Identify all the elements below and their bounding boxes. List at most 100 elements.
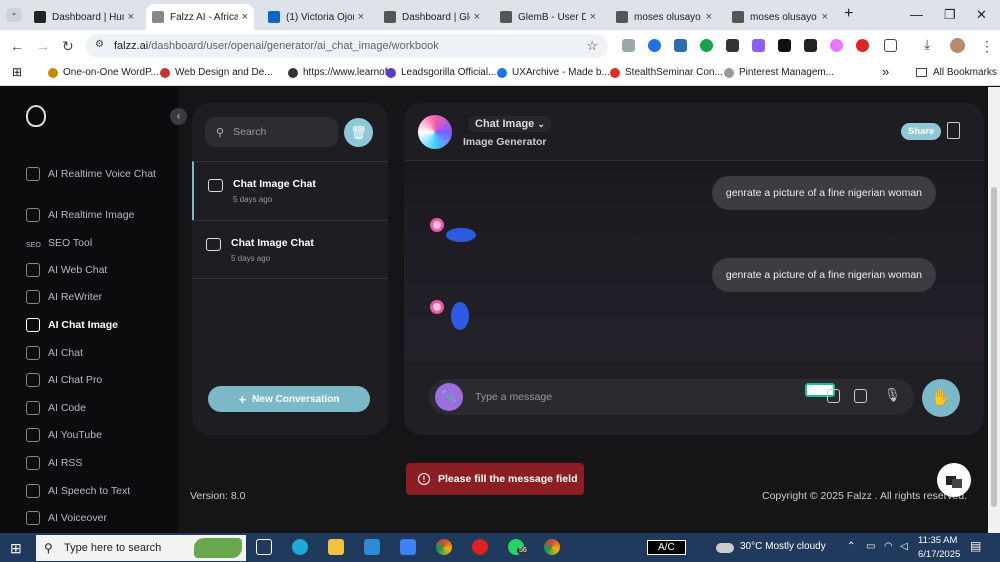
sidebar-item-ai-speech-to-text[interactable]: AI Speech to Text <box>26 484 166 498</box>
browser-tab[interactable]: moses olusayo × <box>610 4 718 30</box>
browser-tab[interactable]: (1) Victoria Ojon × <box>262 4 370 30</box>
clipboard-icon[interactable] <box>947 122 960 139</box>
close-tab-icon[interactable]: × <box>128 11 134 23</box>
bookmark-item[interactable]: UXArchive - Made b... <box>497 67 610 78</box>
windows-start-icon[interactable]: ⊞ <box>10 540 22 557</box>
browser-tab[interactable]: Dashboard | Gle × <box>378 4 486 30</box>
extension-icon[interactable] <box>622 39 635 52</box>
conversation-search-input[interactable]: ⚲ Search <box>205 117 338 147</box>
menu-kebab-icon[interactable]: ⋮ <box>980 38 994 55</box>
close-tab-icon[interactable]: × <box>706 11 712 23</box>
sidebar-item-seo-tool[interactable]: SEO SEO Tool <box>26 236 166 253</box>
message-input[interactable]: 📎 Type a message 🎙 <box>429 379 914 415</box>
tray-overflow-icon[interactable]: ⌃ <box>847 541 855 552</box>
sidebar-item-ai-chat[interactable]: AI Chat <box>26 346 166 360</box>
chrome-icon[interactable] <box>436 539 452 555</box>
extension-icon[interactable] <box>830 39 843 52</box>
page-scrollbar[interactable] <box>988 87 1000 533</box>
clock-time[interactable]: 11:35 AM <box>918 535 957 546</box>
clock-date[interactable]: 6/17/2025 <box>918 549 960 560</box>
mail-icon[interactable] <box>400 539 416 555</box>
bookmark-item[interactable]: Web Design and De... <box>160 67 273 78</box>
scrollbar-thumb[interactable] <box>991 187 997 507</box>
attach-button[interactable]: 📎 <box>435 383 463 411</box>
browser-tab[interactable]: moses olusayo × <box>726 4 834 30</box>
sidebar-item-ai-youtube[interactable]: AI YouTube <box>26 428 166 442</box>
delete-all-button[interactable]: 🗑 <box>344 118 373 147</box>
network-icon[interactable]: ▭ <box>866 541 875 552</box>
opera-icon[interactable] <box>472 539 488 555</box>
bookmark-item[interactable]: https://www.learnof... <box>288 67 396 78</box>
conversation-item[interactable]: Chat Image Chat 5 days ago <box>192 220 388 279</box>
notification-icon[interactable]: ▤ <box>970 539 981 553</box>
chat-template-dropdown[interactable]: Chat Image ⌄ <box>469 116 551 132</box>
close-tab-icon[interactable]: × <box>822 11 828 23</box>
close-tab-icon[interactable]: × <box>474 11 480 23</box>
minimize-icon[interactable]: — <box>910 7 923 22</box>
file-explorer-icon[interactable] <box>328 539 344 555</box>
browser-tab[interactable]: GlemB - User Da × <box>494 4 602 30</box>
edge-icon[interactable] <box>292 539 308 555</box>
bookmarks-overflow-icon[interactable]: » <box>882 64 889 79</box>
restore-icon[interactable]: ❐ <box>944 7 956 23</box>
forward-icon[interactable]: → <box>36 38 50 54</box>
microphone-icon[interactable]: 🎙 <box>884 387 901 403</box>
all-bookmarks[interactable]: All Bookmarks <box>916 67 997 78</box>
sidebar-item-ai-rewriter[interactable]: AI ReWriter <box>26 290 166 304</box>
bookmark-item[interactable]: One-on-One WordP... <box>48 67 159 78</box>
bookmark-item[interactable]: Leadsgorilla Official... <box>386 67 496 78</box>
download-icon[interactable]: ⤓ <box>924 36 930 53</box>
sidebar-item-ai-realtime-image[interactable]: AI Realtime Image <box>26 208 166 222</box>
prompt-library-icon[interactable] <box>854 389 867 403</box>
send-button[interactable]: ✋ <box>922 379 960 417</box>
browser-tab[interactable]: Falzz AI - Africa × <box>146 4 254 30</box>
sidebar-item-ai-rss[interactable]: AI RSS <box>26 456 166 470</box>
extension-icon[interactable] <box>778 39 791 52</box>
profile-avatar[interactable] <box>950 38 965 53</box>
sidebar-item-ai-voiceover[interactable]: AI Voiceover <box>26 511 166 525</box>
wifi-icon[interactable]: ◠ <box>884 541 893 552</box>
new-tab-button[interactable]: + <box>844 5 853 23</box>
tab-search-button[interactable]: ⌄ <box>6 8 22 22</box>
extension-icon[interactable] <box>752 39 765 52</box>
extension-icon[interactable] <box>856 39 869 52</box>
conversation-item[interactable]: Chat Image Chat 5 days ago <box>192 161 388 220</box>
new-conversation-button[interactable]: + New Conversation <box>208 386 370 412</box>
extension-icon[interactable] <box>648 39 661 52</box>
microsoft-store-icon[interactable] <box>364 539 380 555</box>
extension-icon[interactable] <box>804 39 817 52</box>
close-tab-icon[interactable]: × <box>242 11 248 23</box>
extension-icon[interactable] <box>700 39 713 52</box>
chrome-profile-icon[interactable] <box>544 539 560 555</box>
extension-icon[interactable] <box>674 39 687 52</box>
bookmark-star-icon[interactable]: ☆ <box>586 38 598 54</box>
close-tab-icon[interactable]: × <box>358 11 364 23</box>
reload-icon[interactable]: ↻ <box>62 38 74 55</box>
support-chat-button[interactable] <box>937 463 971 497</box>
share-button[interactable]: Share <box>901 123 942 140</box>
extension-icon[interactable] <box>726 39 739 52</box>
browser-tab[interactable]: Dashboard | Hun × <box>28 4 140 30</box>
site-info-icon[interactable]: ⚙ <box>95 39 104 50</box>
task-view-icon[interactable] <box>256 539 272 555</box>
bookmark-item[interactable]: StealthSeminar Con... <box>610 67 723 78</box>
back-icon[interactable]: ← <box>10 38 24 54</box>
sidebar-item-ai-web-chat[interactable]: AI Web Chat <box>26 263 166 277</box>
url-field[interactable]: ⚙ falzz.ai/dashboard/user/openai/generat… <box>86 34 608 58</box>
extensions-puzzle-icon[interactable] <box>884 39 897 52</box>
collapse-sidebar-button[interactable]: ‹ <box>170 108 187 125</box>
bookmark-item[interactable]: Pinterest Managem... <box>724 67 834 78</box>
close-tab-icon[interactable]: × <box>590 11 596 23</box>
close-window-icon[interactable]: ✕ <box>976 7 987 23</box>
apps-grid-icon[interactable]: ⊞ <box>12 65 22 79</box>
ac-indicator[interactable]: A/C <box>647 540 686 555</box>
weather-text[interactable]: 30°C Mostly cloudy <box>740 541 826 552</box>
document-icon[interactable] <box>827 389 840 403</box>
sidebar-item-ai-chat-image[interactable]: AI Chat Image <box>26 318 166 332</box>
sidebar-item-ai-realtime-voice-chat[interactable]: AI Realtime Voice Chat <box>26 167 166 181</box>
brain-logo-icon[interactable] <box>26 105 46 127</box>
taskbar-search-input[interactable]: ⚲ Type here to search <box>36 535 246 561</box>
sidebar-item-ai-chat-pro[interactable]: AI Chat Pro <box>26 373 166 387</box>
volume-icon[interactable]: ◁ <box>900 541 908 552</box>
sidebar-item-ai-code[interactable]: AI Code <box>26 401 166 415</box>
